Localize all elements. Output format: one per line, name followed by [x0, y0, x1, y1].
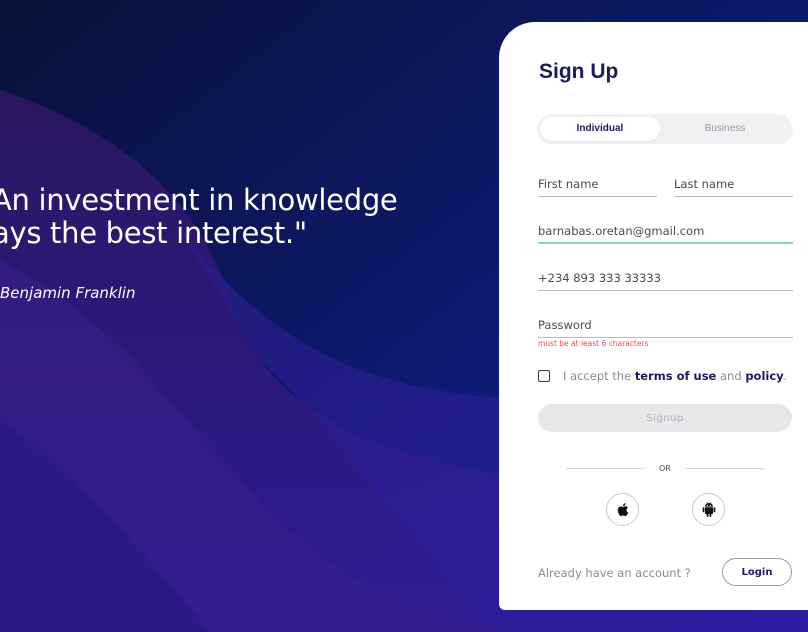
hero-quote-line-2: ays the best interest." — [0, 216, 307, 250]
terms-and: and — [716, 369, 746, 383]
hero-author: Benjamin Franklin — [0, 284, 136, 302]
password-underline — [538, 337, 793, 338]
signup-card: Sign Up Individual Business First name L… — [499, 22, 808, 610]
signup-button[interactable]: Signup — [538, 404, 792, 432]
tab-business[interactable]: Business — [665, 117, 785, 141]
policy-link[interactable]: policy — [745, 369, 783, 383]
password-error: must be at least 6 characters — [538, 339, 649, 348]
android-signin-button[interactable] — [692, 493, 725, 526]
phone-underline — [538, 290, 793, 291]
apple-signin-button[interactable] — [606, 493, 639, 526]
page-title: Sign Up — [539, 60, 619, 83]
first-name-placeholder: First name — [538, 177, 599, 191]
terms-prefix: I accept the — [563, 369, 635, 383]
hero-quote-line-1: An investment in knowledge — [0, 183, 398, 217]
phone-field[interactable]: +234 893 333 33333 — [538, 271, 793, 291]
last-name-placeholder: Last name — [674, 177, 735, 191]
last-name-underline — [674, 196, 793, 197]
password-field[interactable]: Password — [538, 318, 793, 338]
terms-checkbox[interactable] — [538, 370, 550, 382]
have-account-text: Already have an account ? — [538, 566, 691, 580]
terms-suffix: . — [783, 369, 788, 383]
account-type-tabs: Individual Business — [537, 114, 793, 144]
terms-of-use-link[interactable]: terms of use — [635, 369, 717, 383]
terms-text: I accept the terms of use and policy. — [563, 369, 787, 383]
android-icon — [702, 502, 715, 517]
first-name-field[interactable]: First name — [538, 177, 657, 197]
password-placeholder: Password — [538, 318, 592, 332]
hero-quote: An investment in knowledge ays the best … — [0, 183, 398, 250]
apple-icon — [617, 503, 629, 517]
first-name-underline — [538, 196, 657, 197]
divider-left — [566, 468, 645, 469]
last-name-field[interactable]: Last name — [674, 177, 793, 197]
login-button[interactable]: Login — [722, 558, 792, 586]
divider-or: OR — [659, 464, 671, 473]
email-value: barnabas.oretan@gmail.com — [538, 224, 705, 238]
email-underline-focused — [538, 242, 793, 244]
divider-right — [685, 468, 764, 469]
email-field[interactable]: barnabas.oretan@gmail.com — [538, 224, 793, 244]
phone-value: +234 893 333 33333 — [538, 271, 662, 285]
tab-individual[interactable]: Individual — [540, 117, 660, 141]
